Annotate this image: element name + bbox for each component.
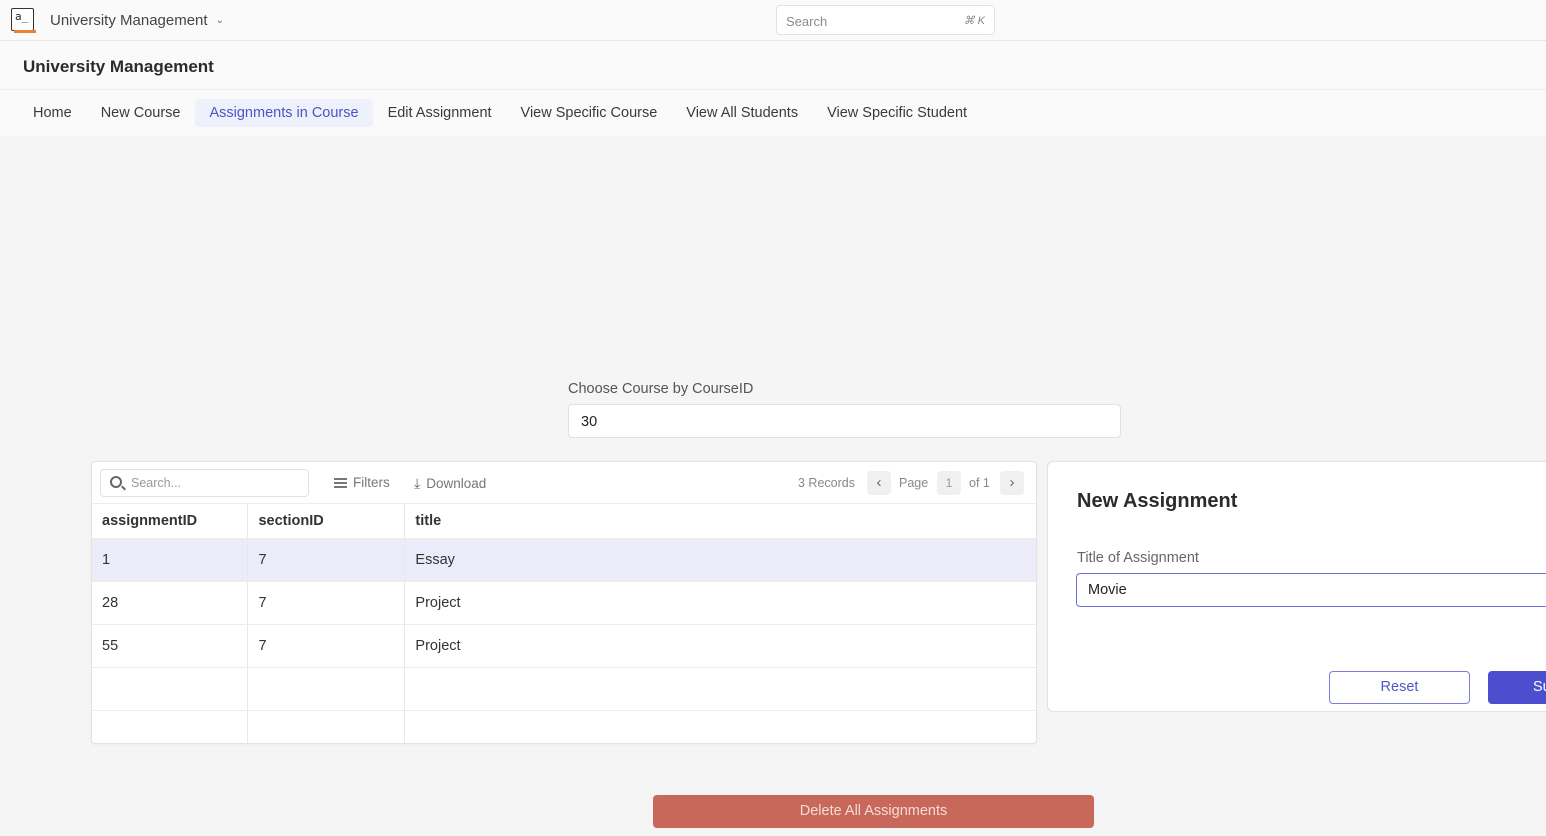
table-search-placeholder: Search... [131, 476, 182, 490]
nav-item-edit-assignment[interactable]: Edit Assignment [374, 99, 506, 127]
search-shortcut: ⌘ K [963, 15, 985, 27]
submit-button[interactable]: Su [1488, 671, 1546, 704]
filters-label: Filters [353, 475, 390, 490]
table-cell: Project [404, 624, 1036, 668]
form-title: New Assignment [1077, 490, 1238, 512]
prev-page-button[interactable]: ‹ [867, 471, 891, 495]
nav-item-view-specific-student[interactable]: View Specific Student [813, 99, 981, 127]
chevron-left-icon: ‹ [876, 474, 882, 491]
assignments-table-card: Search... Filters ⤓ Download 3 Records ‹… [91, 461, 1037, 744]
table-cell [247, 710, 406, 743]
course-select-label: Choose Course by CourseID [568, 381, 754, 397]
table-cell [92, 710, 249, 743]
download-button[interactable]: ⤓ Download [414, 475, 486, 492]
table-cell: 1 [92, 538, 249, 582]
reset-button[interactable]: Reset [1329, 671, 1470, 704]
table-cell: Project [404, 581, 1036, 625]
table-cell [404, 710, 1036, 743]
table-search-input[interactable]: Search... [100, 469, 309, 497]
app-name: University Management [50, 12, 208, 29]
chevron-right-icon: › [1009, 474, 1015, 491]
chevron-down-icon: ⌄ [215, 15, 224, 26]
global-search-input[interactable]: Search ⌘ K [776, 5, 995, 35]
delete-all-assignments-button[interactable]: Delete All Assignments [653, 795, 1094, 828]
table-row[interactable]: 28 7 Project [92, 581, 1036, 625]
download-icon: ⤓ [414, 475, 421, 491]
column-header[interactable]: assignmentID [92, 504, 249, 539]
table-cell: Essay [404, 538, 1036, 582]
table-toolbar: Search... Filters ⤓ Download 3 Records ‹… [92, 462, 1036, 504]
table-cell [404, 667, 1036, 711]
nav-item-assignments-in-course[interactable]: Assignments in Course [195, 99, 373, 127]
assignment-title-label: Title of Assignment [1077, 550, 1199, 566]
table-row[interactable]: 55 7 Project [92, 624, 1036, 668]
page-title: University Management [23, 57, 214, 76]
table-cell [247, 667, 406, 711]
table-cell: 28 [92, 581, 249, 625]
table-cell: 7 [247, 624, 406, 668]
table-cell: 7 [247, 581, 406, 625]
page-label: Page [899, 476, 929, 490]
records-count: 3 Records [798, 476, 855, 490]
nav-item-view-specific-course[interactable]: View Specific Course [507, 99, 672, 127]
page-nav: Home New Course Assignments in Course Ed… [0, 90, 1546, 136]
assignment-title-input[interactable]: Movie [1076, 573, 1546, 607]
page-header: University Management [0, 41, 1546, 90]
new-assignment-form: New Assignment Title of Assignment Movie… [1047, 461, 1546, 712]
next-page-button[interactable]: › [1000, 471, 1024, 495]
nav-item-new-course[interactable]: New Course [87, 99, 195, 127]
top-bar: a_ University Management ⌄ Search ⌘ K [0, 0, 1546, 41]
filters-button[interactable]: Filters [334, 475, 390, 490]
page-total: of 1 [969, 476, 990, 490]
column-header[interactable]: title [404, 504, 1036, 539]
column-header[interactable]: sectionID [247, 504, 406, 539]
course-id-input[interactable]: 30 [568, 404, 1121, 438]
nav-item-home[interactable]: Home [19, 99, 86, 127]
download-label: Download [426, 476, 487, 491]
table-header-row: assignmentID sectionID title [92, 504, 1036, 539]
table-cell: 55 [92, 624, 249, 668]
search-icon [110, 476, 122, 488]
filter-icon [334, 477, 347, 488]
table-row-empty [92, 710, 1036, 743]
page-number-input[interactable]: 1 [937, 471, 961, 495]
global-search-placeholder: Search [786, 14, 828, 29]
app-switcher[interactable]: University Management ⌄ [50, 12, 224, 29]
table-cell [92, 667, 249, 711]
nav-item-view-all-students[interactable]: View All Students [672, 99, 812, 127]
assignments-table: assignmentID sectionID title 1 7 Essay 2… [92, 504, 1036, 743]
table-row[interactable]: 1 7 Essay [92, 538, 1036, 582]
table-row-empty [92, 667, 1036, 711]
app-logo-icon[interactable]: a_ [11, 8, 36, 33]
table-cell: 7 [247, 538, 406, 582]
